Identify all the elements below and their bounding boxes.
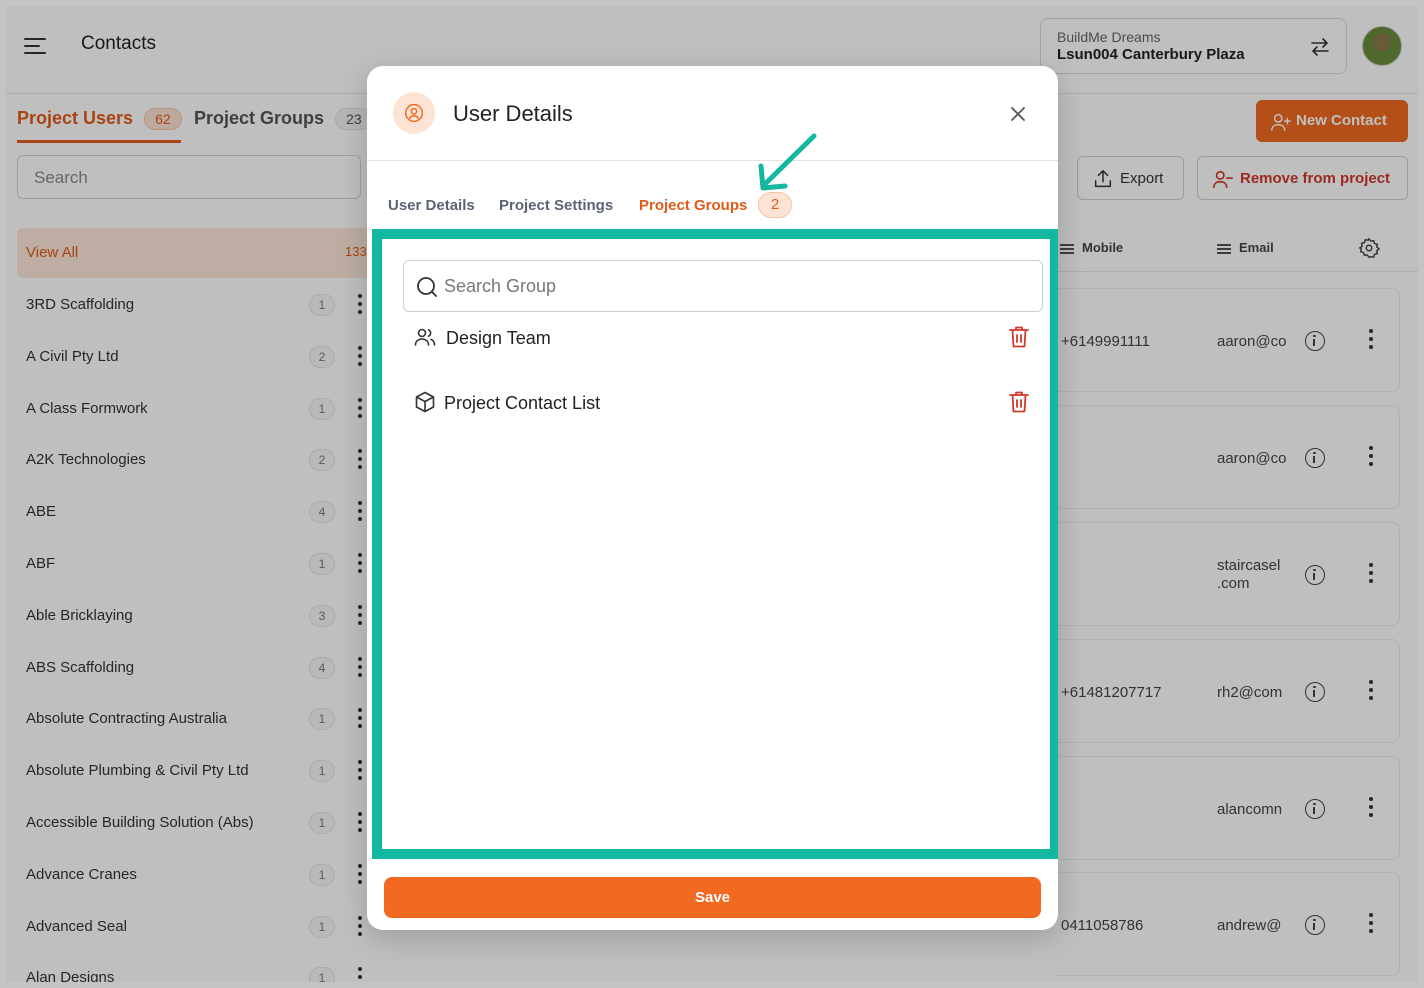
save-button[interactable]: Save	[384, 877, 1041, 918]
user-details-modal: User Details User Details Project Settin…	[367, 66, 1058, 930]
trash-icon[interactable]	[1008, 390, 1030, 414]
modal-title: User Details	[453, 101, 573, 126]
tab-project-settings[interactable]: Project Settings	[499, 197, 613, 214]
search-group-input[interactable]	[444, 269, 1024, 303]
bottom-action-bar	[406, 984, 1018, 988]
group-item[interactable]: Project Contact List	[403, 380, 1043, 424]
trash-icon[interactable]	[1008, 325, 1030, 349]
app-window: Contacts BuildMe Dreams Lsun004 Canterbu…	[0, 0, 1424, 988]
box-icon	[415, 391, 435, 413]
search-icon	[417, 277, 437, 297]
project-groups-panel: Design Team Project Contact List	[372, 229, 1058, 859]
search-group-field[interactable]	[403, 260, 1043, 312]
users-icon	[414, 328, 436, 346]
close-icon[interactable]	[1008, 104, 1028, 124]
group-item[interactable]: Design Team	[403, 315, 1043, 359]
arrow-pointer-icon	[758, 133, 817, 191]
user-circle-icon	[393, 92, 435, 134]
group-name: Project Contact List	[444, 393, 601, 413]
modal-footer: Save	[367, 859, 1058, 930]
group-name: Design Team	[446, 328, 551, 348]
tab-user-details[interactable]: User Details	[388, 197, 475, 214]
tab-project-groups-modal[interactable]: Project Groups	[639, 197, 747, 214]
groups-count-badge: 2	[758, 192, 792, 218]
modal-header: User Details	[367, 66, 1058, 161]
